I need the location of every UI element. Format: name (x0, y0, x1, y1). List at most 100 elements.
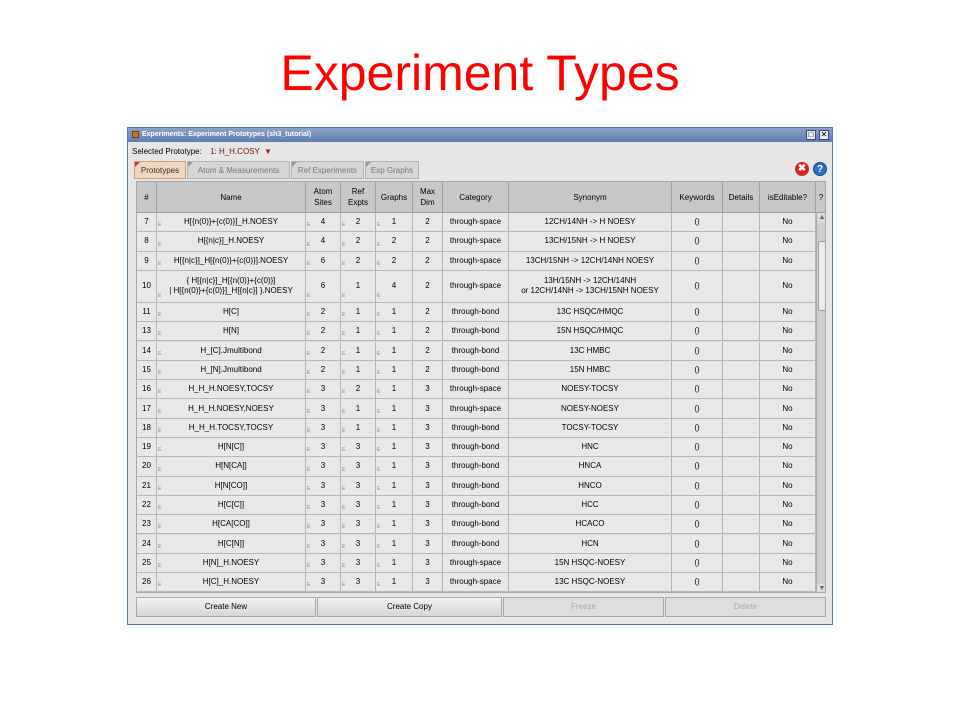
scroll-thumb[interactable] (818, 241, 825, 311)
is-editable-cell[interactable]: No (760, 495, 816, 516)
help-icon[interactable]: ? (813, 162, 827, 176)
is-editable-cell[interactable]: No (760, 360, 816, 381)
atom-sites-cell[interactable]: 3E (306, 534, 341, 554)
name-cell[interactable]: H[N[CO]] E (157, 476, 306, 496)
category-cell[interactable]: through-bond (443, 418, 509, 438)
details-cell[interactable] (723, 270, 760, 303)
details-cell[interactable] (723, 534, 760, 554)
category-cell[interactable]: through-space (443, 573, 509, 592)
tab-prototypes[interactable]: Prototypes (134, 161, 186, 179)
ref-expts-cell[interactable]: 1E (341, 270, 376, 303)
category-cell[interactable]: through-bond (443, 534, 509, 554)
category-cell[interactable]: through-space (443, 232, 509, 252)
max-dim-cell[interactable]: 3 (413, 438, 443, 458)
synonym-cell[interactable]: HNCO (509, 476, 672, 496)
max-dim-cell[interactable]: 3 (413, 534, 443, 554)
name-cell[interactable]: H[{n(0)}+{c(0)}]_H.NOESY E (157, 213, 306, 233)
graphs-cell[interactable]: 1E (376, 476, 413, 496)
synonym-cell[interactable]: 15N HSQC/HMQC (509, 322, 672, 342)
max-dim-cell[interactable]: 2 (413, 213, 443, 233)
col-header-is-editable[interactable]: isEditable? (760, 182, 816, 213)
col-header-help[interactable]: ? (816, 182, 825, 213)
keywords-cell[interactable]: () (672, 495, 723, 516)
row-number-cell[interactable]: 9 (137, 251, 157, 271)
category-cell[interactable]: through-bond (443, 360, 509, 381)
is-editable-cell[interactable]: No (760, 418, 816, 438)
scroll-down-icon[interactable]: ▼ (817, 584, 825, 592)
freeze-button[interactable]: Freeze (503, 597, 664, 617)
max-dim-cell[interactable]: 3 (413, 573, 443, 592)
is-editable-cell[interactable]: No (760, 534, 816, 554)
category-cell[interactable]: through-space (443, 213, 509, 233)
max-dim-cell[interactable]: 3 (413, 457, 443, 477)
name-cell[interactable]: H[C]_H.NOESY E (157, 573, 306, 592)
atom-sites-cell[interactable]: 4E (306, 213, 341, 233)
row-number-cell[interactable]: 14 (137, 341, 157, 361)
details-cell[interactable] (723, 495, 760, 516)
graphs-cell[interactable]: 1E (376, 495, 413, 516)
keywords-cell[interactable]: () (672, 322, 723, 342)
synonym-cell[interactable]: 13H/15NH -> 12CH/14NH or 12CH/14NH -> 13… (509, 270, 672, 303)
atom-sites-cell[interactable]: 3E (306, 495, 341, 516)
details-cell[interactable] (723, 302, 760, 323)
max-dim-cell[interactable]: 2 (413, 302, 443, 323)
ref-expts-cell[interactable]: 3E (341, 515, 376, 535)
name-cell[interactable]: H[N] E (157, 322, 306, 342)
atom-sites-cell[interactable]: 3E (306, 573, 341, 592)
row-number-cell[interactable]: 10 (137, 270, 157, 303)
details-cell[interactable] (723, 476, 760, 496)
graphs-cell[interactable]: 2E (376, 251, 413, 271)
is-editable-cell[interactable]: No (760, 380, 816, 400)
details-cell[interactable] (723, 341, 760, 361)
keywords-cell[interactable]: () (672, 457, 723, 477)
synonym-cell[interactable]: HNCA (509, 457, 672, 477)
is-editable-cell[interactable]: No (760, 232, 816, 252)
max-dim-cell[interactable]: 3 (413, 418, 443, 438)
ref-expts-cell[interactable]: 2E (341, 232, 376, 252)
details-cell[interactable] (723, 380, 760, 400)
ref-expts-cell[interactable]: 1E (341, 341, 376, 361)
graphs-cell[interactable]: 2E (376, 232, 413, 252)
vertical-scrollbar[interactable]: ▲ ▼ (816, 213, 825, 592)
synonym-cell[interactable]: TOCSY-TOCSY (509, 418, 672, 438)
col-header-synonym[interactable]: Synonym (509, 182, 672, 213)
synonym-cell[interactable]: 13C HSQC-NOESY (509, 573, 672, 592)
graphs-cell[interactable]: 1E (376, 399, 413, 419)
atom-sites-cell[interactable]: 3E (306, 515, 341, 535)
delete-button[interactable]: Delete (665, 597, 826, 617)
row-number-cell[interactable]: 15 (137, 360, 157, 381)
synonym-cell[interactable]: HCN (509, 534, 672, 554)
create-copy-button[interactable]: Create Copy (317, 597, 502, 617)
col-header-details[interactable]: Details (723, 182, 760, 213)
keywords-cell[interactable]: () (672, 213, 723, 233)
category-cell[interactable]: through-bond (443, 302, 509, 323)
ref-expts-cell[interactable]: 2E (341, 380, 376, 400)
name-cell[interactable]: H[N[CA]] E (157, 457, 306, 477)
graphs-cell[interactable]: 1E (376, 515, 413, 535)
ref-expts-cell[interactable]: 1E (341, 418, 376, 438)
details-cell[interactable] (723, 360, 760, 381)
atom-sites-cell[interactable]: 3E (306, 457, 341, 477)
max-dim-cell[interactable]: 2 (413, 360, 443, 381)
name-cell[interactable]: H_H_H.NOESY,NOESY E (157, 399, 306, 419)
max-dim-cell[interactable]: 3 (413, 476, 443, 496)
category-cell[interactable]: through-space (443, 380, 509, 400)
name-cell[interactable]: H[N]_H.NOESY E (157, 553, 306, 574)
row-number-cell[interactable]: 19 (137, 438, 157, 458)
details-cell[interactable] (723, 438, 760, 458)
category-cell[interactable]: through-bond (443, 495, 509, 516)
name-cell[interactable]: H[C[N]] E (157, 534, 306, 554)
ref-expts-cell[interactable]: 1E (341, 399, 376, 419)
category-cell[interactable]: through-bond (443, 457, 509, 477)
keywords-cell[interactable]: () (672, 515, 723, 535)
row-number-cell[interactable]: 24 (137, 534, 157, 554)
category-cell[interactable]: through-space (443, 270, 509, 303)
name-cell[interactable]: H_[C].Jmultibond E (157, 341, 306, 361)
keywords-cell[interactable]: () (672, 341, 723, 361)
ref-expts-cell[interactable]: 2E (341, 251, 376, 271)
keywords-cell[interactable]: () (672, 476, 723, 496)
atom-sites-cell[interactable]: 6E (306, 251, 341, 271)
is-editable-cell[interactable]: No (760, 322, 816, 342)
keywords-cell[interactable]: () (672, 553, 723, 574)
chevron-down-icon[interactable]: ▼ (264, 147, 272, 156)
